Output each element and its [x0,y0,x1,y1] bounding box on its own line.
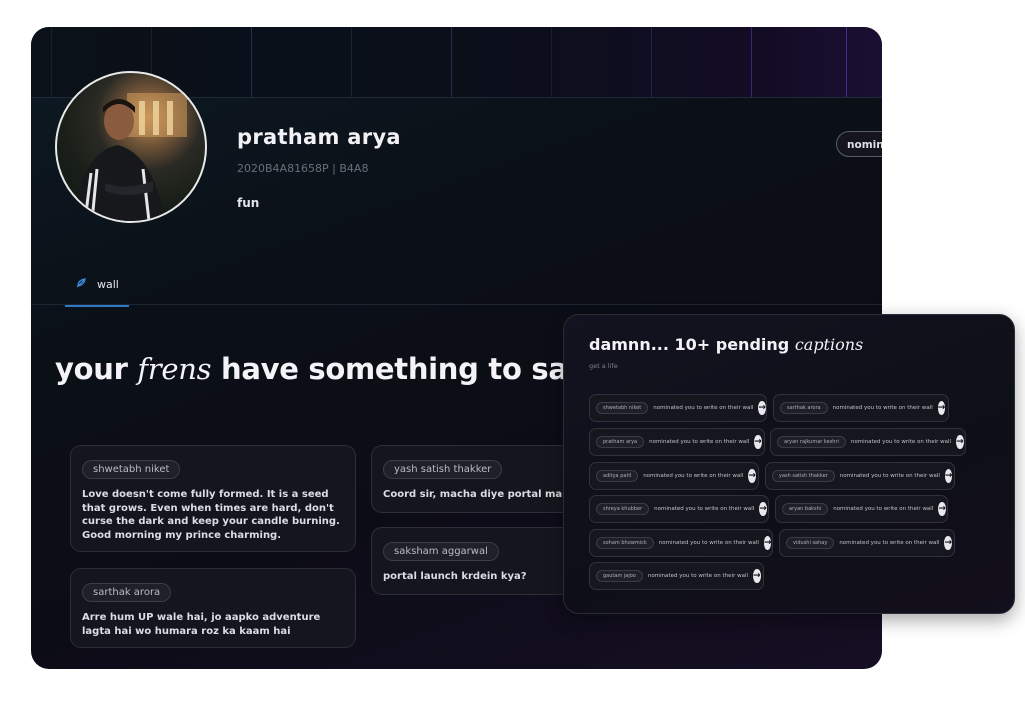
nomination-text: nominated you to write on their wall [832,405,933,411]
arrow-right-icon[interactable]: → [754,435,762,449]
arrow-right-icon[interactable]: → [944,536,953,550]
post-text: portal launch krdein kya? [383,571,527,582]
nomination-text: nominated you to write on their wall [850,439,952,445]
nomination-item[interactable]: shwetabh niket nominated you to write on… [589,394,767,422]
nomination-text: nominated you to write on their wall [839,473,940,479]
tab-divider [31,304,882,305]
profile-bio: fun [237,196,260,210]
profile-id: 2020B4A81658P | B4A8 [237,162,369,175]
nominate-button[interactable]: nominate [836,131,882,157]
tab-wall[interactable]: wall [65,275,129,307]
nomination-text: nominated you to write on their wall [653,405,754,411]
nominator-chip: soham bhowmick [596,537,654,549]
nomination-item[interactable]: vidushi sahay nominated you to write on … [779,529,955,557]
panel-title: damnn... 10+ pending captions [589,335,864,354]
nomination-text: nominated you to write on their wall [649,439,750,445]
nomination-text: nominated you to write on their wall [643,473,744,479]
nominator-chip: pratham arya [596,436,645,448]
nomination-item[interactable]: gautam jajoo nominated you to write on t… [589,562,764,590]
post-text: Coord sir, macha diye portal mai toh [383,489,588,500]
nomination-item[interactable]: yash satish thakker nominated you to wri… [765,462,955,490]
post-card: yash satish thakker Coord sir, macha diy… [371,445,588,513]
nominator-chip: shreya khubber [596,503,650,515]
nominator-chip: aryan bakshi [782,503,829,515]
post-author[interactable]: saksham aggarwal [383,542,499,561]
nomination-item[interactable]: aryan bakshi nominated you to write on t… [775,495,948,523]
nominator-chip: aryan rajkumar keshri [777,436,846,448]
nominator-chip: aditya patil [596,470,639,482]
nominator-chip: shwetabh niket [596,402,649,414]
arrow-right-icon[interactable]: → [956,435,964,449]
arrow-right-icon[interactable]: → [759,502,767,516]
nominator-chip: yash satish thakker [772,470,835,482]
arrow-right-icon[interactable]: → [748,469,756,483]
nomination-item[interactable]: pratham arya nominated you to write on t… [589,428,765,456]
panel-subtitle: get a life [589,362,618,370]
arrow-right-icon[interactable]: → [944,469,953,483]
arrow-right-icon[interactable]: → [938,502,946,516]
post-author[interactable]: sarthak arora [82,583,172,602]
nomination-text: nominated you to write on their wall [658,540,759,546]
post-text: Love doesn't come fully formed. It is a … [82,489,340,541]
nominator-chip: vidushi sahay [786,537,835,549]
nomination-text: nominated you to write on their wall [833,506,934,512]
tab-label: wall [97,278,119,291]
feather-icon [75,277,87,292]
wall-heading: your frens have something to say... [55,352,615,386]
nomination-item[interactable]: aditya patil nominated you to write on t… [589,462,759,490]
arrow-right-icon[interactable]: → [753,569,761,583]
arrow-right-icon[interactable]: → [763,536,772,550]
post-author[interactable]: shwetabh niket [82,460,181,479]
post-author[interactable]: yash satish thakker [383,460,503,479]
nomination-item[interactable]: soham bhowmick nominated you to write on… [589,529,773,557]
nomination-item[interactable]: aryan rajkumar keshri nominated you to w… [770,428,966,456]
nominator-chip: sarthak arora [780,402,828,414]
nominator-chip: gautam jajoo [596,570,643,582]
nomination-item[interactable]: sarthak arora nominated you to write on … [773,394,949,422]
pending-captions-panel: damnn... 10+ pending captions get a life… [563,314,1015,614]
arrow-right-icon[interactable]: → [937,401,946,415]
post-text: Arre hum UP wale hai, jo aapko adventure… [82,612,321,637]
nomination-item[interactable]: shreya khubber nominated you to write on… [589,495,769,523]
profile-name: pratham arya [237,125,401,149]
arrow-right-icon[interactable]: → [758,401,766,415]
avatar [55,71,207,223]
nomination-text: nominated you to write on their wall [647,573,749,579]
post-card: sarthak arora Arre hum UP wale hai, jo a… [70,568,356,648]
post-card: shwetabh niket Love doesn't come fully f… [70,445,356,552]
nomination-text: nominated you to write on their wall [839,540,940,546]
nomination-text: nominated you to write on their wall [654,506,755,512]
post-card: saksham aggarwal portal launch krdein ky… [371,527,581,595]
